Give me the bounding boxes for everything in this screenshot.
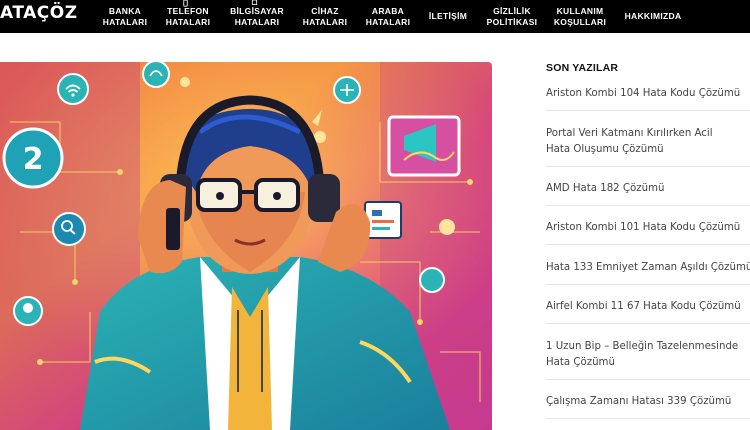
nav-item-label: BİLGİSAYAR HATALARI <box>230 5 284 27</box>
nav-item-bilgisayar-hatalari[interactable]: BİLGİSAYAR HATALARI <box>223 0 291 33</box>
search-icon <box>52 212 86 246</box>
nav-item-kullanim-kosullari[interactable]: KULLANIM KOŞULLARI <box>549 0 611 33</box>
divider <box>546 418 750 419</box>
divider <box>546 110 750 111</box>
recent-post-link[interactable]: 1 Uzun Bip – Belleğin Tazelenmesinde Hat… <box>546 339 750 371</box>
sidebar-title: SON YAZILAR <box>546 62 619 74</box>
recent-post-link[interactable]: Çalışma Zamanı Hatası 339 Çözümü <box>546 394 750 410</box>
site-logo[interactable]: ATAÇÖZ <box>0 5 78 22</box>
nav-item-hakkimizda[interactable]: HAKKIMIZDA <box>618 0 688 33</box>
window-icon <box>387 115 461 177</box>
nav-item-cihaz-hatalari[interactable]: CİHAZ HATALARI <box>297 0 353 33</box>
divider <box>546 205 750 206</box>
recent-post-link[interactable]: Airfel Kombi 11 67 Hata Kodu Çözümü <box>546 299 750 315</box>
nav-item-banka-hatalari[interactable]: BANKA HATALARI <box>95 0 155 33</box>
nav-item-label: TELEFON HATALARI <box>165 5 211 27</box>
hero-illustration: 2 <box>0 62 492 430</box>
recent-post-link[interactable]: Ariston Kombi 104 Hata Kodu Çözümü <box>546 86 750 102</box>
divider <box>546 284 750 285</box>
nav-item-telefon-hatalari[interactable]: TELEFON HATALARI <box>160 0 216 33</box>
divider <box>546 323 750 324</box>
nav-item-iletisim[interactable]: İLETİŞİM <box>423 0 473 33</box>
audio-wave-icon <box>333 76 361 104</box>
recent-post-link[interactable]: Hata 133 Emniyet Zaman Aşıldı Çözümü <box>546 260 750 276</box>
recent-post-link[interactable]: AMD Hata 182 Çözümü <box>546 181 750 197</box>
divider <box>546 244 750 245</box>
featured-post-image[interactable]: 2 <box>0 62 492 430</box>
lightbulb-icon <box>13 296 43 326</box>
divider <box>546 166 750 167</box>
top-navigation-bar: ATAÇÖZ BANKA HATALARI TELEFON HATALARI B… <box>0 0 750 33</box>
hero-badge-number: 2 <box>23 142 44 177</box>
divider <box>546 379 750 380</box>
laptop-icon <box>251 0 258 5</box>
recent-post-link[interactable]: Ariston Kombi 101 Hata Kodu Çözümü <box>546 220 750 236</box>
wifi-icon <box>57 73 89 105</box>
nav-item-gizlilik-politikasi[interactable]: GİZLİLİK POLİTİKASI <box>480 0 544 33</box>
phone-icon <box>183 0 188 7</box>
sidebar-recent-posts: SON YAZILAR Ariston Kombi 104 Hata Kodu … <box>546 60 750 419</box>
nav-item-araba-hatalari[interactable]: ARABA HATALARI <box>360 0 416 33</box>
headset-icon <box>142 62 170 88</box>
recent-post-link[interactable]: Portal Veri Katmanı Kırılırken Acil Hata… <box>546 126 736 158</box>
